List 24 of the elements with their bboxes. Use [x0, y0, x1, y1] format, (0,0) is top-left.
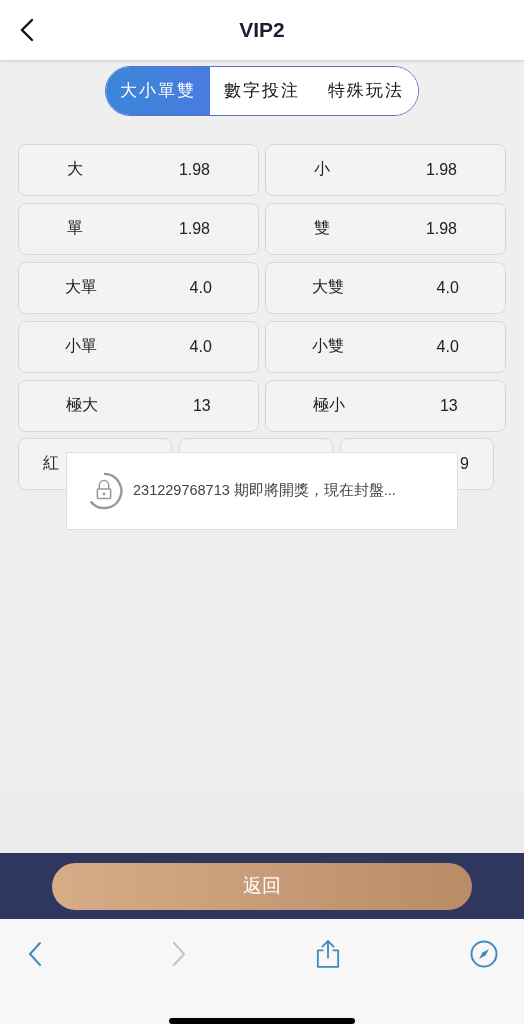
- bet-label: 小雙: [312, 336, 345, 357]
- bet-odds: 4.0: [189, 278, 212, 297]
- bet-label: 雙: [313, 218, 330, 239]
- bet-odds: 1.98: [178, 160, 210, 179]
- bet-odds: 1.98: [178, 219, 210, 238]
- bet-label: 大單: [65, 277, 98, 298]
- bet-odds: 13: [439, 396, 458, 415]
- bet-label: 極大: [66, 395, 99, 416]
- bet-label: 大: [66, 159, 83, 180]
- bet-odds: 13: [192, 396, 211, 415]
- bet-odds: 4.0: [436, 278, 459, 297]
- bet-odds: 9: [460, 454, 469, 473]
- bet-odds: 4.0: [189, 337, 212, 356]
- bet-odds: 1.98: [425, 160, 457, 179]
- bet-odds: 4.0: [436, 337, 459, 356]
- toast-text: 231229768713 期即將開獎，現在封盤...: [133, 481, 396, 501]
- bet-label: 大雙: [312, 277, 345, 298]
- bet-label: 小單: [65, 336, 98, 357]
- bet-label: 極小: [313, 395, 346, 416]
- page-title: VIP2: [239, 17, 285, 42]
- bet-label: 紅: [43, 453, 59, 474]
- bet-odds: 1.98: [425, 219, 457, 238]
- bet-label: 單: [66, 218, 83, 239]
- bet-label: 小: [313, 159, 330, 180]
